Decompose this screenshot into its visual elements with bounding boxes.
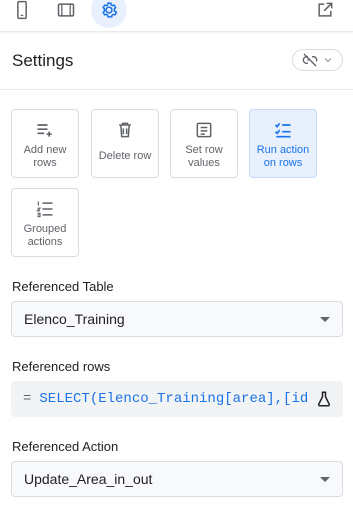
set-values-icon xyxy=(196,122,212,138)
settings-gear-icon xyxy=(102,2,118,18)
top-toolbar xyxy=(0,0,353,32)
referenced-rows-expression-field[interactable]: = SELECT(Elenco_Training[area],[id xyxy=(11,381,343,417)
trash-icon xyxy=(119,122,131,138)
add-rows-icon xyxy=(37,124,52,137)
flask-test-icon[interactable] xyxy=(315,390,333,408)
dropdown-caret-icon xyxy=(320,477,330,482)
run-action-on-rows-card[interactable]: Run action on rows xyxy=(249,109,317,178)
referenced-table-select[interactable]: Elenco_Training xyxy=(11,301,343,337)
phone-preview-button[interactable] xyxy=(4,0,40,28)
expression-equals-sign: = xyxy=(23,391,32,407)
referenced-rows-label: Referenced rows xyxy=(12,359,111,374)
grouped-actions-card[interactable]: Grouped actions xyxy=(11,188,79,257)
set-row-values-label: Set row values xyxy=(185,144,223,169)
referenced-table-label: Referenced Table xyxy=(12,279,114,294)
set-row-values-card[interactable]: Set row values xyxy=(170,109,238,178)
checklist-icon xyxy=(274,122,291,138)
page-title: Settings xyxy=(12,51,74,70)
expression-text: SELECT(Elenco_Training[area],[id xyxy=(39,391,309,407)
delete-row-label: Delete row xyxy=(98,150,152,162)
open-external-button[interactable] xyxy=(307,0,343,28)
phone-icon xyxy=(17,0,27,20)
chevron-down-icon xyxy=(324,58,331,63)
tablet-preview-button[interactable] xyxy=(48,0,84,28)
referenced-table-value: Elenco_Training xyxy=(24,311,125,327)
add-new-rows-label: Add new rows xyxy=(23,144,67,169)
referenced-action-value: Update_Area_in_out xyxy=(24,471,153,487)
link-off-icon xyxy=(302,53,317,67)
run-action-on-rows-label: Run action on rows xyxy=(256,144,310,169)
open-external-icon xyxy=(318,2,333,17)
add-new-rows-card[interactable]: Add new rows xyxy=(11,109,79,178)
tablet-icon xyxy=(57,3,75,17)
header-divider xyxy=(0,89,353,90)
numbered-list-icon xyxy=(36,201,53,218)
link-toggle-button[interactable] xyxy=(292,49,343,71)
grouped-actions-label: Grouped actions xyxy=(23,223,67,248)
referenced-action-select[interactable]: Update_Area_in_out xyxy=(11,461,343,497)
settings-tab-button[interactable] xyxy=(91,0,127,28)
referenced-action-label: Referenced Action xyxy=(12,439,119,454)
dropdown-caret-icon xyxy=(320,317,330,322)
delete-row-card[interactable]: Delete row xyxy=(91,109,159,178)
